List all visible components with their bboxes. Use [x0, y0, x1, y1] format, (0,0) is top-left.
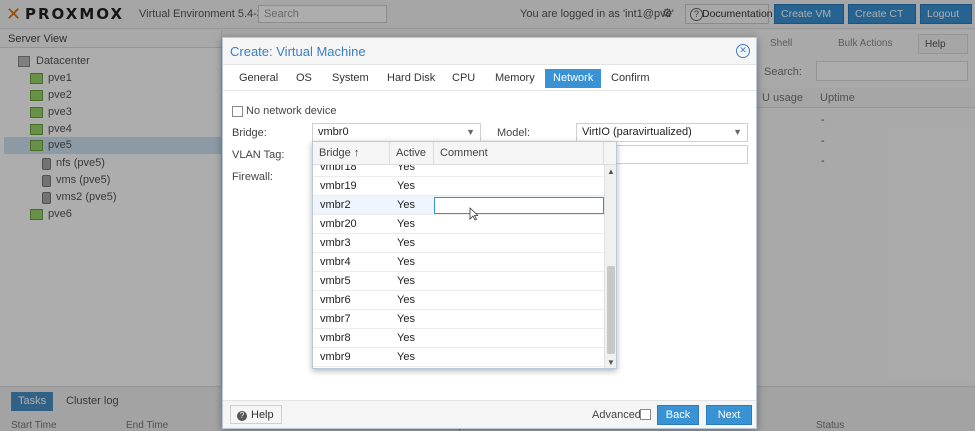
active-cell: Yes [397, 199, 415, 211]
help-button-label: Help [251, 409, 274, 421]
active-cell: Yes [397, 237, 415, 249]
table-row[interactable]: vmbr18 Yes [313, 165, 604, 177]
bridge-cell: vmbr9 [320, 351, 351, 363]
close-icon[interactable]: ✕ [736, 44, 750, 58]
bridge-cell: vmbr18 [320, 165, 357, 173]
column-active[interactable]: Active [390, 142, 434, 165]
active-cell: Yes [397, 165, 415, 173]
bridge-dropdown-grid: Bridge ↑ Active Comment vmbr18 Yes vmbr1… [312, 141, 617, 369]
model-label: Model: [497, 127, 531, 139]
active-cell: Yes [397, 256, 415, 268]
active-cell: Yes [397, 180, 415, 192]
table-row[interactable]: vmbr3 Yes [313, 234, 604, 253]
bridge-cell: vmbr3 [320, 237, 351, 249]
active-cell: Yes [397, 313, 415, 325]
table-row[interactable]: vmbr7 Yes [313, 310, 604, 329]
tab-general[interactable]: General [231, 69, 286, 88]
active-cell: Yes [397, 275, 415, 287]
table-row[interactable]: vmbr4 Yes [313, 253, 604, 272]
dialog-title: Create: Virtual Machine [223, 38, 756, 65]
comment-cell-editor[interactable] [434, 197, 604, 214]
bridge-cell: vmbr7 [320, 313, 351, 325]
chevron-down-icon[interactable]: ▼ [466, 127, 475, 137]
tab-network[interactable]: Network [545, 69, 602, 88]
help-icon: ? [237, 411, 247, 421]
column-bridge[interactable]: Bridge ↑ [313, 142, 390, 165]
bridge-select-value: vmbr0 [318, 126, 349, 138]
next-button[interactable]: Next [706, 405, 752, 425]
tab-memory[interactable]: Memory [487, 69, 543, 88]
bridge-label: Bridge: [232, 127, 267, 139]
active-cell: Yes [397, 351, 415, 363]
active-cell: Yes [397, 332, 415, 344]
tab-os[interactable]: OS [288, 69, 320, 88]
table-row[interactable]: vmbr5 Yes [313, 272, 604, 291]
firewall-label: Firewall: [232, 171, 273, 183]
advanced-checkbox[interactable] [640, 409, 651, 420]
active-cell: Yes [397, 294, 415, 306]
help-button[interactable]: ? Help [230, 405, 282, 424]
bridge-cell: vmbr5 [320, 275, 351, 287]
scroll-up-icon[interactable]: ▲ [607, 167, 615, 176]
vlan-tag-label: VLAN Tag: [232, 149, 285, 161]
column-comment[interactable]: Comment [434, 142, 604, 165]
tab-confirm[interactable]: Confirm [603, 69, 658, 88]
bridge-cell: vmbr8 [320, 332, 351, 344]
table-row[interactable]: vmbr2 Yes [313, 196, 604, 215]
wizard-tabs: General OS System Hard Disk CPU Memory N… [223, 66, 756, 91]
bridge-cell: vmbr6 [320, 294, 351, 306]
back-button[interactable]: Back [657, 405, 699, 425]
table-row[interactable]: vmbr20 Yes [313, 215, 604, 234]
dialog-footer: ? Help Advanced Back Next [223, 400, 756, 428]
bridge-cell: vmbr2 [320, 199, 351, 211]
scroll-down-icon[interactable]: ▼ [607, 358, 615, 367]
bridge-cell: vmbr4 [320, 256, 351, 268]
scrollbar-thumb[interactable] [607, 266, 615, 354]
text-cursor-icon [469, 207, 478, 221]
advanced-label: Advanced [592, 409, 641, 421]
table-row[interactable]: vmbr19 Yes [313, 177, 604, 196]
no-network-checkbox[interactable] [232, 106, 243, 117]
bridge-cell: vmbr20 [320, 218, 357, 230]
table-row[interactable]: vmbr6 Yes [313, 291, 604, 310]
bridge-cell: vmbr19 [320, 180, 357, 192]
model-select[interactable]: VirtIO (paravirtualized) ▼ [576, 123, 748, 142]
grid-scrollbar[interactable]: ▲ ▼ [604, 165, 616, 368]
tab-system[interactable]: System [324, 69, 377, 88]
active-cell: Yes [397, 218, 415, 230]
table-row[interactable]: vmbr9 Yes [313, 348, 604, 367]
tab-hard-disk[interactable]: Hard Disk [379, 69, 443, 88]
bridge-select[interactable]: vmbr0 ▼ [312, 123, 481, 142]
table-row[interactable]: vmbr8 Yes [313, 329, 604, 348]
chevron-down-icon[interactable]: ▼ [733, 127, 742, 137]
grid-header: Bridge ↑ Active Comment [313, 142, 616, 165]
no-network-label: No network device [246, 105, 337, 117]
tab-cpu[interactable]: CPU [444, 69, 483, 88]
model-select-value: VirtIO (paravirtualized) [582, 126, 692, 138]
grid-body: vmbr18 Yes vmbr19 Yes vmbr2 Yes vmbr20 Y… [313, 165, 604, 368]
